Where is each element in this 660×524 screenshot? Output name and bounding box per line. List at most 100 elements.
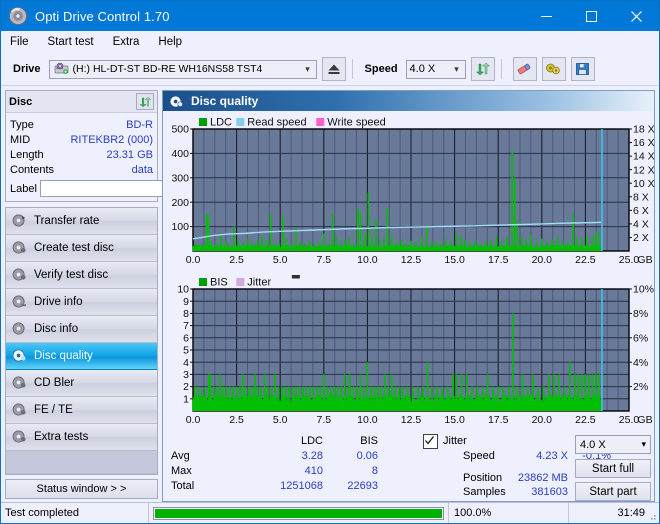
disc-panel-header: Disc — [6, 91, 157, 113]
menu-item-help[interactable]: Help — [158, 36, 182, 48]
svg-text:Write speed: Write speed — [327, 117, 386, 129]
disc-panel: Disc Type BD-R MID RITEKBR2 (000) Length… — [5, 90, 243, 202]
resize-grip-icon[interactable] — [647, 511, 657, 521]
speed-select-bottom[interactable]: 4.0 X ▾ — [575, 435, 651, 454]
disc-row-key: Type — [10, 118, 34, 131]
stats-col-header-bis: BIS — [360, 435, 378, 447]
svg-text:2.5: 2.5 — [229, 254, 244, 266]
window-controls — [524, 1, 659, 31]
disc-icon — [12, 241, 28, 255]
sidebar-item-label: Transfer rate — [34, 215, 100, 227]
disc-icon — [12, 268, 28, 282]
svg-text:8 X: 8 X — [633, 191, 649, 203]
erase-button[interactable] — [512, 57, 537, 81]
refresh-icon — [475, 62, 490, 76]
jitter-checkbox[interactable] — [423, 434, 438, 449]
start-part-button[interactable]: Start part — [575, 482, 651, 501]
svg-text:6: 6 — [183, 332, 189, 344]
sidebar-item-label: Drive info — [34, 296, 83, 308]
svg-text:4: 4 — [183, 357, 189, 369]
disc-panel-title: Disc — [9, 95, 33, 108]
svg-text:10.0: 10.0 — [357, 254, 378, 266]
menu-item-start-test[interactable]: Start test — [48, 36, 94, 48]
svg-text:4%: 4% — [633, 357, 648, 369]
disc-row-mid: MID RITEKBR2 (000) — [10, 132, 153, 147]
refresh-button[interactable] — [470, 57, 495, 81]
sidebar-item-transfer-rate[interactable]: Transfer rate — [6, 208, 157, 235]
svg-text:22.5: 22.5 — [575, 414, 596, 426]
svg-text:200: 200 — [171, 197, 189, 209]
position-value: 23862 MB — [517, 472, 568, 484]
svg-text:20.0: 20.0 — [532, 414, 553, 426]
svg-text:16 X: 16 X — [633, 137, 655, 149]
statistics-area: LDC BIS Avg 3.28 0.06 Max 410 8 Total 1251068 2269… — [163, 431, 654, 503]
svg-text:0.0: 0.0 — [186, 254, 201, 266]
svg-text:17.5: 17.5 — [488, 414, 509, 426]
speed-select-value: 4.0 X — [580, 438, 606, 451]
disc-icon — [12, 349, 28, 363]
disc-icon — [12, 430, 28, 444]
sidebar-item-label: Disc quality — [34, 350, 93, 362]
speed-select[interactable]: 4.0 X ▾ — [405, 59, 466, 79]
sidebar-item-disc-quality[interactable]: Disc quality — [6, 343, 157, 370]
svg-text:4 X: 4 X — [633, 218, 649, 230]
svg-text:5.0: 5.0 — [273, 414, 288, 426]
sidebar-item-verify-test-disc[interactable]: Verify test disc — [6, 262, 157, 289]
sidebar-item-create-test-disc[interactable]: Create test disc — [6, 235, 157, 262]
start-full-button[interactable]: Start full — [575, 459, 651, 478]
maximize-button[interactable] — [569, 1, 614, 31]
refresh-icon — [139, 96, 151, 107]
svg-text:8%: 8% — [633, 308, 648, 320]
position-label: Position — [463, 472, 503, 484]
drive-select[interactable]: (H:) HL-DT-ST BD-RE WH16NS58 TST4 ▾ — [48, 59, 317, 79]
speed-label: Speed — [364, 63, 398, 75]
svg-text:7.5: 7.5 — [316, 414, 331, 426]
svg-text:0.0: 0.0 — [186, 414, 201, 426]
toolbar: Drive (H:) HL-DT-ST BD-RE WH16NS58 TST4 … — [1, 53, 659, 86]
gears-icon — [546, 63, 560, 75]
svg-text:10: 10 — [177, 284, 189, 296]
elapsed-time: 31:49 — [617, 507, 645, 519]
progress-percent: 100.0% — [449, 503, 569, 523]
svg-text:10 X: 10 X — [633, 178, 655, 190]
sidebar-item-fe-te[interactable]: FE / TE — [6, 397, 157, 424]
sidebar-item-extra-tests[interactable]: Extra tests — [6, 424, 157, 451]
minimize-button[interactable] — [524, 1, 569, 31]
svg-text:6%: 6% — [633, 332, 648, 344]
status-window-button[interactable]: Status window > > — [5, 479, 158, 499]
svg-text:15.0: 15.0 — [444, 254, 465, 266]
svg-text:15.0: 15.0 — [444, 414, 465, 426]
charts-area: 100 200 300 400 500 2 X 4 X6 X 8 X 10 X 12 X 14 X 1… — [163, 111, 654, 431]
stats-row-label: Avg — [171, 450, 190, 462]
floppy-save-icon — [576, 63, 589, 75]
title-bar: Opti Drive Control 1.70 — [1, 1, 659, 31]
stats-row-label: Max — [171, 465, 192, 477]
test-nav-list: Transfer rate Create test disc Verify te… — [5, 207, 158, 475]
eject-button[interactable] — [321, 57, 346, 81]
svg-text:3: 3 — [183, 369, 189, 381]
menu-item-file[interactable]: File — [10, 36, 29, 48]
window-title: Opti Drive Control 1.70 — [35, 8, 170, 24]
svg-text:GB: GB — [637, 254, 652, 266]
disc-row-value: data — [131, 163, 153, 176]
toolbar-separator-1 — [351, 59, 353, 79]
svg-text:14 X: 14 X — [633, 151, 655, 163]
save-button[interactable] — [570, 57, 595, 81]
disc-refresh-button[interactable] — [136, 93, 154, 110]
settings-button[interactable] — [541, 57, 566, 81]
chevron-down-icon: ▾ — [454, 63, 459, 74]
disc-row-type: Type BD-R — [10, 117, 153, 132]
sidebar-item-disc-info[interactable]: Disc info — [6, 316, 157, 343]
svg-text:5: 5 — [183, 345, 189, 357]
svg-text:8: 8 — [183, 308, 189, 320]
progress-bar — [153, 506, 444, 520]
svg-text:25.0: 25.0 — [619, 254, 640, 266]
disc-icon — [12, 376, 28, 390]
svg-text:1: 1 — [183, 393, 189, 405]
menu-item-extra[interactable]: Extra — [113, 36, 140, 48]
check-icon — [425, 436, 434, 445]
sidebar-item-drive-info[interactable]: Drive info — [6, 289, 157, 316]
content-panel: Disc quality 100 200 300 400 500 2 X 4 X6 X 8 X… — [162, 90, 655, 502]
sidebar-item-cd-bler[interactable]: CD Bler — [6, 370, 157, 397]
close-button[interactable] — [614, 1, 659, 31]
